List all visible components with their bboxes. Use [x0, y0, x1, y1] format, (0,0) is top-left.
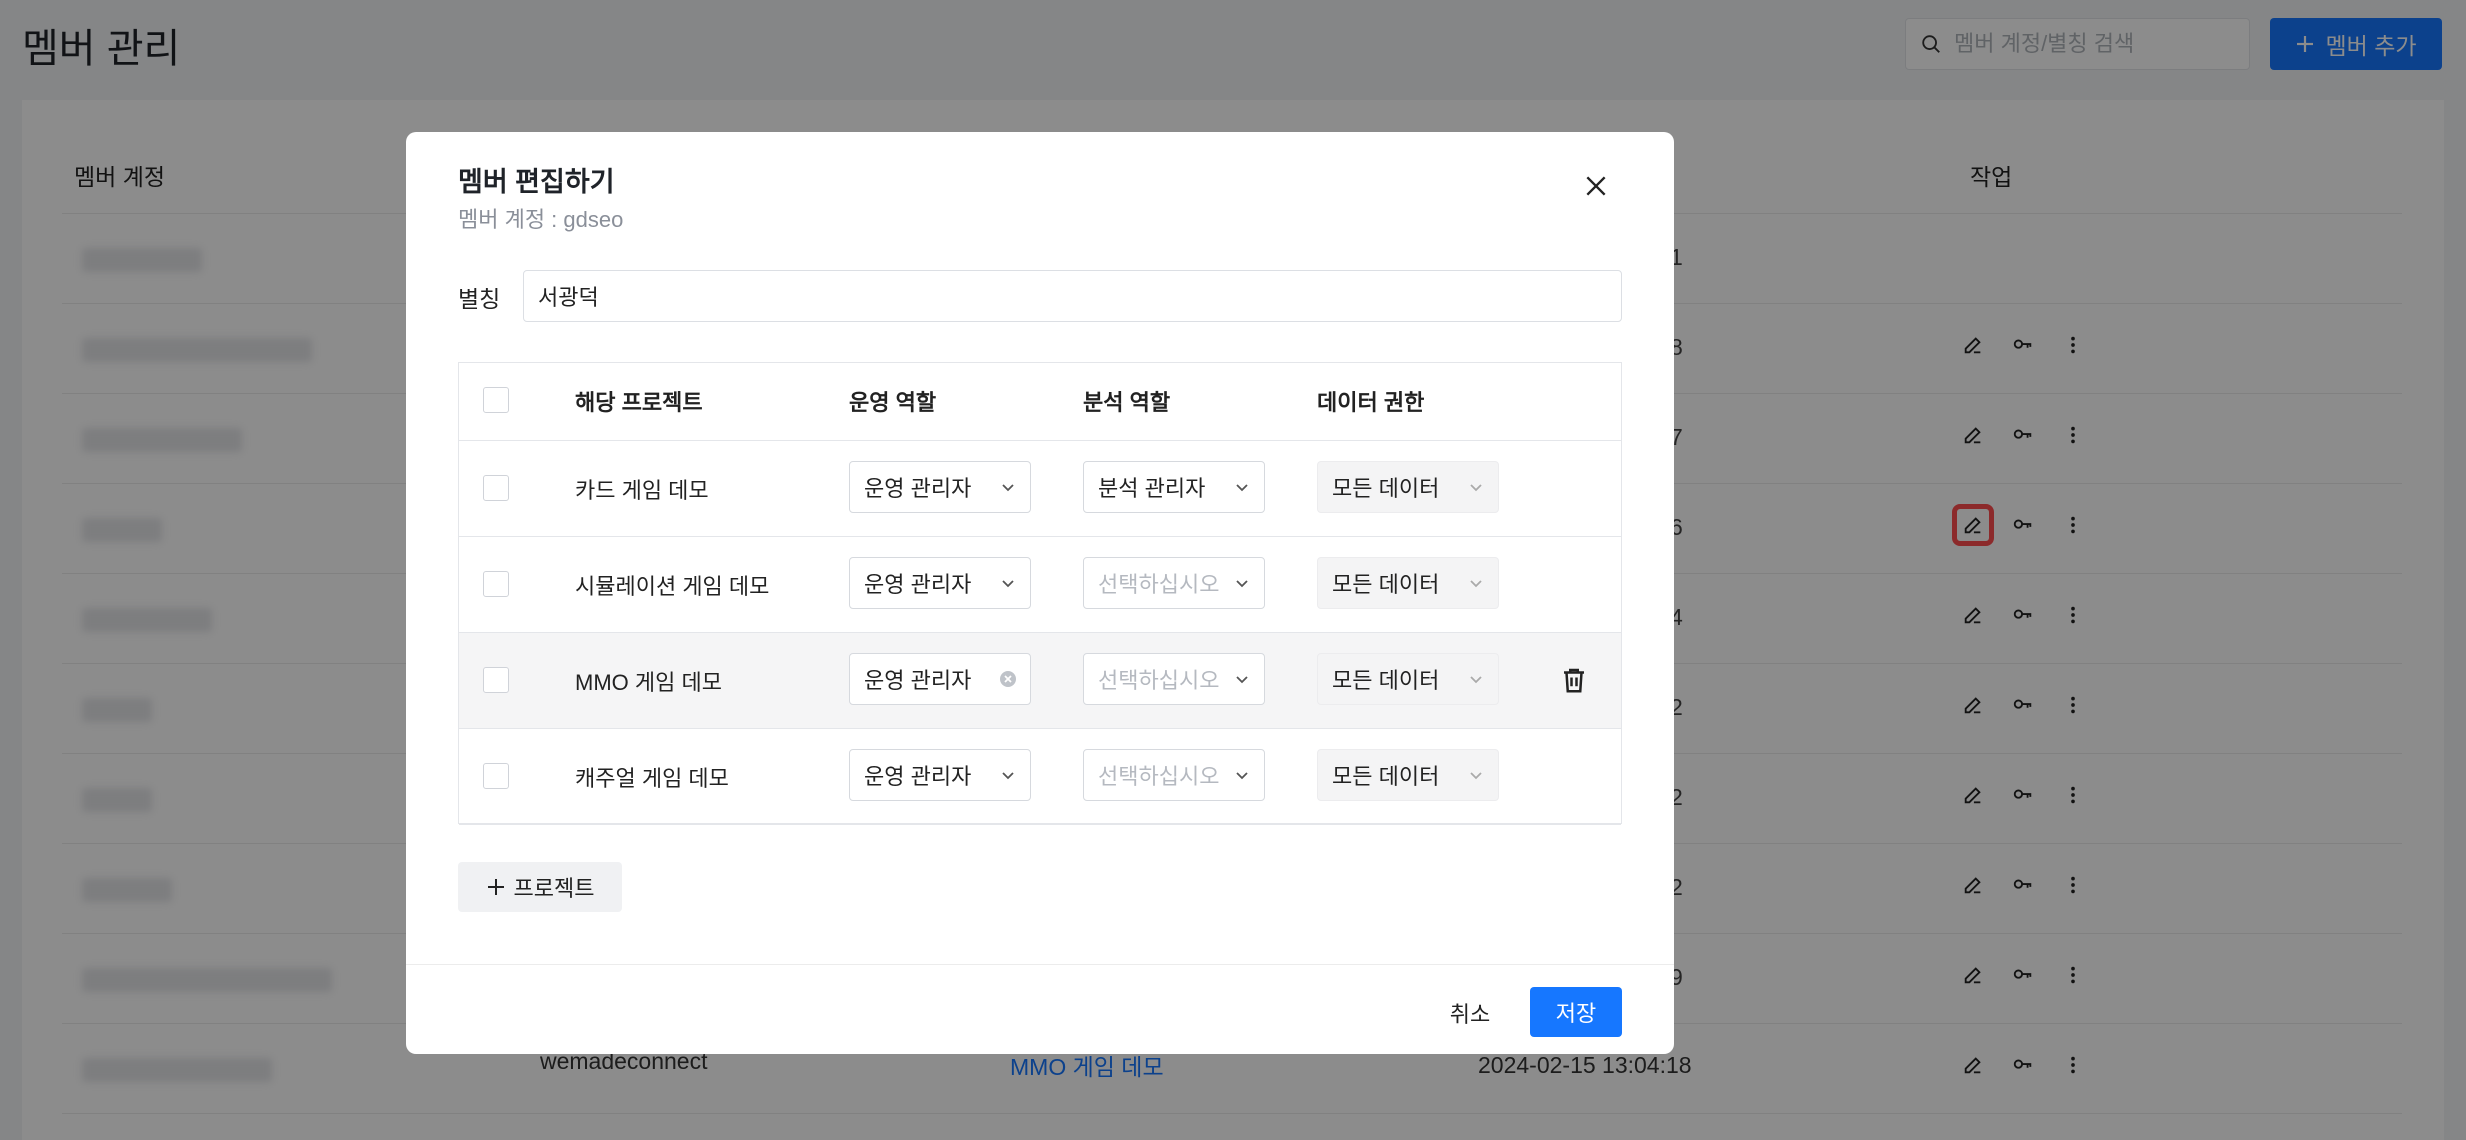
project-name: 캐주얼 게임 데모 [575, 766, 729, 791]
chevron-down-icon [1470, 484, 1482, 492]
data-permission-select: 모든 데이터 [1317, 749, 1499, 801]
data-permission-select: 모든 데이터 [1317, 653, 1499, 705]
modal-subtitle: 멤버 계정 : gdseo [458, 207, 624, 232]
header-data-permission: 데이터 권한 [1317, 390, 1425, 415]
header-project: 해당 프로젝트 [575, 390, 703, 415]
data-permission-value: 모든 데이터 [1332, 668, 1440, 693]
analysis-role-select[interactable]: 분석 관리자 [1083, 461, 1265, 513]
chevron-down-icon [1470, 772, 1482, 780]
analysis-role-value: 분석 관리자 [1098, 476, 1206, 501]
chevron-down-icon [1236, 484, 1248, 492]
data-permission-select: 모든 데이터 [1317, 557, 1499, 609]
project-role-table: 해당 프로젝트 운영 역할 분석 역할 데이터 권한 카드 게임 데모 운영 관… [458, 362, 1622, 825]
row-checkbox[interactable] [483, 763, 509, 789]
nickname-label: 별칭 [458, 286, 501, 312]
chevron-down-icon [1236, 676, 1248, 684]
analysis-role-select[interactable]: 선택하십시오 [1083, 557, 1265, 609]
project-name: 시뮬레이션 게임 데모 [575, 574, 770, 599]
ops-role-value: 운영 관리자 [864, 764, 972, 789]
row-checkbox[interactable] [483, 571, 509, 597]
project-table-header: 해당 프로젝트 운영 역할 분석 역할 데이터 권한 [459, 363, 1621, 441]
select-all-checkbox[interactable] [483, 387, 509, 413]
edit-member-modal: 멤버 편집하기 멤버 계정 : gdseo 별칭 해당 프로젝트 운영 역할 분… [406, 132, 1674, 1054]
project-row: 시뮬레이션 게임 데모 운영 관리자 선택하십시오 모든 데이터 [459, 537, 1621, 633]
plus-icon [487, 879, 504, 895]
chevron-down-icon [1470, 580, 1482, 588]
chevron-down-icon [1002, 772, 1014, 780]
ops-role-select[interactable]: 운영 관리자 [849, 557, 1031, 609]
header-ops-role: 운영 역할 [849, 390, 937, 415]
modal-title: 멤버 편집하기 [458, 167, 615, 197]
chevron-down-icon [1002, 484, 1014, 492]
nickname-input[interactable] [523, 270, 1622, 322]
close-button[interactable] [1576, 166, 1616, 206]
ops-role-select[interactable]: 운영 관리자 [849, 461, 1031, 513]
data-permission-value: 모든 데이터 [1332, 764, 1440, 789]
analysis-role-placeholder: 선택하십시오 [1098, 668, 1220, 693]
chevron-down-icon [1236, 580, 1248, 588]
save-button[interactable]: 저장 [1530, 987, 1622, 1037]
analysis-role-placeholder: 선택하십시오 [1098, 764, 1220, 789]
project-row: 캐주얼 게임 데모 운영 관리자 선택하십시오 모든 데이터 [459, 729, 1621, 825]
project-name: 카드 게임 데모 [575, 478, 709, 503]
project-row: 카드 게임 데모 운영 관리자 분석 관리자 모든 데이터 [459, 441, 1621, 537]
chevron-down-icon [1236, 772, 1248, 780]
cancel-button[interactable]: 취소 [1430, 989, 1510, 1037]
data-permission-value: 모든 데이터 [1332, 572, 1440, 597]
ops-role-select[interactable]: 운영 관리자 [849, 653, 1031, 705]
trash-icon[interactable] [1559, 665, 1589, 695]
row-checkbox[interactable] [483, 667, 509, 693]
analysis-role-select[interactable]: 선택하십시오 [1083, 653, 1265, 705]
modal-footer: 취소 저장 [406, 964, 1674, 1054]
ops-role-value: 운영 관리자 [864, 668, 972, 693]
chevron-down-icon [1002, 580, 1014, 588]
project-name: MMO 게임 데모 [575, 670, 722, 695]
header-analysis-role: 분석 역할 [1083, 390, 1171, 415]
add-project-button[interactable]: 프로젝트 [458, 862, 622, 912]
ops-role-select[interactable]: 운영 관리자 [849, 749, 1031, 801]
analysis-role-select[interactable]: 선택하십시오 [1083, 749, 1265, 801]
clear-icon[interactable] [998, 669, 1018, 689]
chevron-down-icon [1470, 676, 1482, 684]
close-icon [1586, 176, 1606, 196]
data-permission-value: 모든 데이터 [1332, 476, 1440, 501]
ops-role-value: 운영 관리자 [864, 476, 972, 501]
data-permission-select: 모든 데이터 [1317, 461, 1499, 513]
analysis-role-placeholder: 선택하십시오 [1098, 572, 1220, 597]
ops-role-value: 운영 관리자 [864, 572, 972, 597]
add-project-label: 프로젝트 [513, 876, 595, 901]
project-row: MMO 게임 데모 운영 관리자 선택하십시오 모든 데이터 [459, 633, 1621, 729]
row-checkbox[interactable] [483, 475, 509, 501]
